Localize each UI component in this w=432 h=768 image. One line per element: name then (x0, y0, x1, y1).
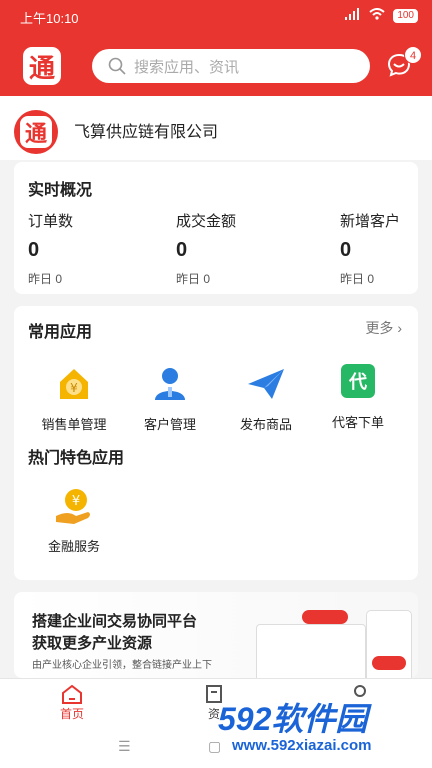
stat-yesterday: 昨日 0 (176, 272, 211, 286)
search-input[interactable]: 搜索应用、资讯 (92, 49, 370, 83)
app-label: 代客下单 (331, 415, 384, 430)
app-label: 客户管理 (143, 417, 196, 432)
company-avatar: 通 (14, 110, 58, 154)
signal-icon (345, 8, 361, 23)
company-name: 飞算供应链有限公司 (74, 124, 219, 141)
svg-text:¥: ¥ (70, 381, 78, 395)
logo-glyph: 通 (23, 47, 61, 85)
search-placeholder: 搜索应用、资讯 (134, 58, 240, 76)
tab-home[interactable]: 首页 (42, 683, 102, 722)
app-logo[interactable]: 通 (20, 44, 64, 88)
stat-value: 0 (176, 239, 188, 261)
watermark-url: www.592xiazai.com (232, 737, 372, 754)
status-time: 上午10:10 (20, 11, 79, 26)
customer-icon (150, 364, 190, 404)
company-bar[interactable]: 通 飞算供应链有限公司 (0, 96, 432, 160)
more-label: 更多 (365, 320, 394, 336)
tab-label: 首页 (59, 707, 84, 721)
proxy-order-glyph: 代 (349, 372, 367, 392)
banner-line2: 获取更多产业资源 (32, 635, 153, 652)
chevron-right-icon: › (397, 320, 402, 336)
battery-icon: 100 (393, 8, 418, 23)
sales-order-icon: ¥ (54, 364, 94, 404)
home-square-icon[interactable]: ▢ (208, 738, 221, 755)
stat-amount[interactable]: 成交金额 0 昨日 0 (176, 210, 236, 287)
stat-yesterday: 昨日 0 (28, 272, 63, 286)
search-icon (108, 57, 126, 75)
home-icon (42, 683, 102, 705)
banner-illustration (246, 604, 416, 678)
banner-line3: 由产业核心企业引领，整合链接产业上下 (32, 660, 212, 671)
stat-yesterday: 昨日 0 (340, 272, 375, 286)
app-proxy-order[interactable]: 代 代客下单 (312, 364, 404, 431)
proxy-order-icon: 代 (341, 364, 375, 398)
top-header: 通 搜索应用、资讯 4 (0, 32, 432, 96)
app-label: 发布商品 (239, 417, 292, 432)
common-apps-title: 常用应用 (28, 324, 93, 341)
stat-label: 订单数 (28, 213, 74, 230)
wifi-icon (369, 8, 385, 23)
app-label: 销售单管理 (41, 417, 107, 432)
message-badge: 4 (404, 46, 422, 64)
status-icons: 100 (345, 8, 418, 23)
more-link[interactable]: 更多 › (365, 318, 402, 338)
svg-text:¥: ¥ (72, 494, 80, 509)
stat-new-customers[interactable]: 新增客户 0 昨日 0 (340, 210, 400, 287)
app-label: 金融服务 (47, 539, 100, 554)
status-bar: 上午10:10 100 (0, 0, 432, 32)
stat-value: 0 (340, 239, 352, 261)
apps-card: 常用应用 更多 › ¥ 销售单管理 客户管理 发布商品 代 代客下单 热门特色应… (14, 306, 418, 580)
message-button[interactable]: 4 (386, 46, 422, 82)
promo-banner[interactable]: 搭建企业间交易协同平台 获取更多产业资源 由产业核心企业引领，整合链接产业上下 (14, 592, 418, 678)
app-sales-order[interactable]: ¥ 销售单管理 (28, 364, 120, 433)
banner-line1: 搭建企业间交易协同平台 (32, 613, 198, 630)
app-publish-product[interactable]: 发布商品 (220, 364, 312, 433)
stat-value: 0 (28, 239, 40, 261)
stat-label: 新增客户 (340, 213, 401, 230)
company-avatar-glyph: 通 (20, 116, 52, 148)
paper-plane-icon (246, 364, 286, 404)
stat-orders[interactable]: 订单数 0 昨日 0 (28, 210, 73, 287)
realtime-overview-card: 实时概况 订单数 0 昨日 0 成交金额 0 昨日 0 新增客户 0 昨日 0 (14, 162, 418, 294)
realtime-title: 实时概况 (28, 182, 93, 199)
stat-label: 成交金额 (176, 213, 237, 230)
hot-apps-title: 热门特色应用 (28, 450, 125, 467)
app-finance-service[interactable]: ¥ 金融服务 (28, 486, 120, 555)
finance-icon: ¥ (54, 486, 94, 526)
menu-icon[interactable]: ☰ (118, 738, 131, 755)
app-customer-management[interactable]: 客户管理 (124, 364, 216, 433)
watermark-logo: 592软件园 (218, 701, 368, 737)
